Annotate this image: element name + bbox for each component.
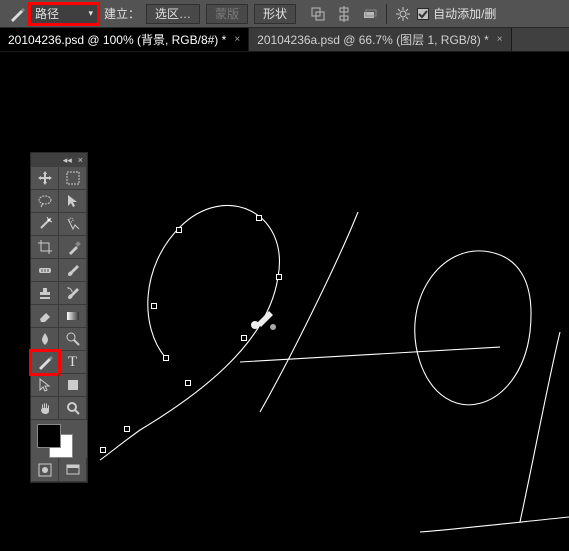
quickmask-tool-icon[interactable] (31, 458, 59, 482)
path-anchor[interactable] (185, 380, 191, 386)
path-anchor[interactable] (176, 227, 182, 233)
hand-tool-icon[interactable] (31, 397, 59, 420)
make-shape-button[interactable]: 形状 (254, 4, 296, 24)
foreground-color-swatch[interactable] (37, 424, 61, 448)
auto-add-delete-toggle[interactable]: 自动添加/删 (417, 5, 496, 22)
move-tool-icon[interactable] (31, 167, 59, 190)
eyedropper-tool-icon[interactable] (59, 236, 87, 259)
document-tabs: 20104236.psd @ 100% (背景, RGB/8#) * × 201… (0, 28, 569, 52)
pen-tool-icon[interactable] (31, 351, 59, 374)
gradient-tool-icon[interactable] (59, 305, 87, 328)
lasso-tool-icon[interactable] (31, 190, 59, 213)
close-icon[interactable]: × (234, 34, 240, 45)
tool-mode-dropdown[interactable]: 路径 ▾ (30, 4, 98, 24)
path-anchor[interactable] (256, 215, 262, 221)
path-anchor[interactable] (124, 426, 130, 432)
quick-select-tool-icon[interactable] (59, 213, 87, 236)
checkbox-checked-icon (417, 8, 429, 20)
chevron-down-icon: ▾ (88, 8, 93, 19)
path-selection-tool-icon[interactable] (31, 374, 59, 397)
close-icon[interactable]: × (497, 34, 503, 45)
blur-tool-icon[interactable] (31, 328, 59, 351)
eraser-tool-icon[interactable] (31, 305, 59, 328)
toolbox-header[interactable]: ◂◂ × (31, 153, 87, 167)
healing-brush-tool-icon[interactable] (31, 259, 59, 282)
screenmode-tool-icon[interactable] (59, 458, 87, 482)
path-arrange-icon[interactable] (360, 4, 380, 24)
magic-wand-tool-icon[interactable] (31, 213, 59, 236)
document-tab[interactable]: 20104236a.psd @ 66.7% (图层 1, RGB/8) * × (249, 28, 511, 51)
color-swatch[interactable] (31, 420, 87, 458)
toolbox-panel: ◂◂ × T (30, 152, 88, 483)
options-bar: 路径 ▾ 建立： 选区… 蒙版 形状 自动添加/删 (0, 0, 569, 28)
collapse-icon[interactable]: ◂◂ (63, 155, 72, 166)
separator (386, 4, 387, 24)
path-anchor[interactable] (163, 355, 169, 361)
crop-tool-icon[interactable] (31, 236, 59, 259)
pen-tool-indicator[interactable] (4, 3, 30, 25)
canvas[interactable]: ◂◂ × T (0, 52, 569, 551)
make-selection-button[interactable]: 选区… (146, 4, 200, 24)
stamp-tool-icon[interactable] (31, 282, 59, 305)
brush-cursor-icon (243, 305, 283, 345)
gear-icon[interactable] (393, 4, 413, 24)
selection-arrow-icon[interactable] (59, 190, 87, 213)
path-anchor[interactable] (100, 447, 106, 453)
tool-mode-value: 路径 (35, 5, 59, 22)
path-align-icon[interactable] (334, 4, 354, 24)
build-label: 建立： (104, 5, 140, 22)
path-combine-icon[interactable] (308, 4, 328, 24)
make-mask-button[interactable]: 蒙版 (206, 4, 248, 24)
history-brush-tool-icon[interactable] (59, 282, 87, 305)
shape-tool-icon[interactable] (59, 374, 87, 397)
path-anchor[interactable] (276, 274, 282, 280)
type-tool-icon[interactable]: T (59, 351, 87, 374)
brush-tool-icon[interactable] (59, 259, 87, 282)
dodge-tool-icon[interactable] (59, 328, 87, 351)
close-icon[interactable]: × (78, 155, 83, 165)
zoom-tool-icon[interactable] (59, 397, 87, 420)
marquee-tool-icon[interactable] (59, 167, 87, 190)
path-anchor[interactable] (151, 303, 157, 309)
document-tab-active[interactable]: 20104236.psd @ 100% (背景, RGB/8#) * × (0, 28, 249, 51)
